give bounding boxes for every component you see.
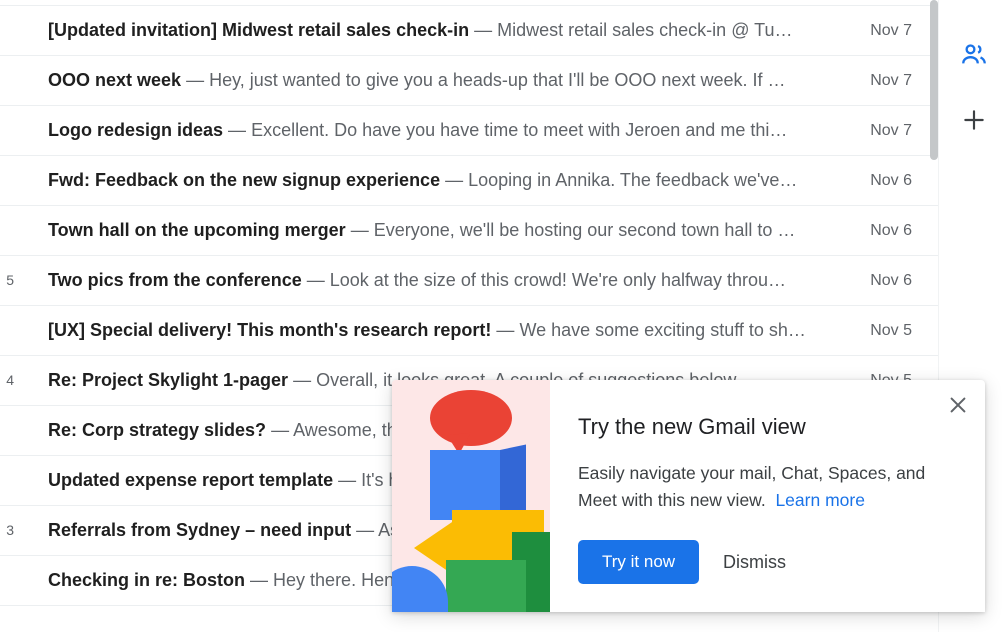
email-subject: Fwd: Feedback on the new signup experien… (48, 170, 440, 190)
email-text: Logo redesign ideas — Excellent. Do have… (48, 120, 870, 142)
subject-separator: — (333, 470, 361, 490)
email-date: Nov 6 (870, 271, 912, 290)
contacts-icon[interactable] (960, 40, 988, 73)
popup-title: Try the new Gmail view (578, 414, 957, 440)
email-subject: Checking in re: Boston (48, 570, 245, 590)
new-gmail-view-popup: Try the new Gmail view Easily navigate y… (392, 380, 985, 612)
email-date: Nov 7 (870, 71, 912, 90)
subject-separator: — (440, 170, 468, 190)
email-date: Nov 6 (870, 171, 912, 190)
email-subject: Re: Project Skylight 1-pager (48, 370, 288, 390)
email-date: Nov 7 (870, 121, 912, 140)
email-row[interactable]: Fwd: Feedback on the new signup experien… (0, 156, 938, 206)
email-row[interactable]: OOO next week — Hey, just wanted to give… (0, 56, 938, 106)
email-subject: Updated expense report template (48, 470, 333, 490)
thread-count-badge: 5 (0, 272, 14, 289)
email-text: [Updated invitation] Midwest retail sale… (48, 20, 870, 42)
email-snippet: Midwest retail sales check-in @ Tu… (497, 20, 792, 40)
close-icon[interactable] (947, 394, 969, 421)
email-row[interactable]: 5 Two pics from the conference — Look at … (0, 256, 938, 306)
email-date: Nov 6 (870, 221, 912, 240)
email-subject: Re: Corp strategy slides? (48, 420, 266, 440)
email-subject: OOO next week (48, 70, 181, 90)
subject-separator: — (266, 420, 293, 440)
email-row[interactable]: Town hall on the upcoming merger — Every… (0, 206, 938, 256)
subject-separator: — (469, 20, 497, 40)
scrollbar-thumb[interactable] (930, 0, 938, 160)
email-snippet: Everyone, we'll be hosting our second to… (374, 220, 796, 240)
subject-separator: — (223, 120, 251, 140)
subject-separator: — (181, 70, 209, 90)
popup-description-text: Easily navigate your mail, Chat, Spaces,… (578, 463, 925, 510)
dismiss-button[interactable]: Dismiss (723, 552, 786, 573)
subject-separator: — (288, 370, 316, 390)
popup-description: Easily navigate your mail, Chat, Spaces,… (578, 460, 957, 514)
email-subject: Town hall on the upcoming merger (48, 220, 346, 240)
thread-count-badge: 3 (0, 522, 14, 539)
popup-illustration (392, 380, 550, 612)
add-icon[interactable] (961, 107, 987, 138)
thread-count-badge: 4 (0, 372, 14, 389)
email-text: [UX] Special delivery! This month's rese… (48, 320, 870, 342)
email-snippet: Excellent. Do have you have time to meet… (251, 120, 787, 140)
email-text: Fwd: Feedback on the new signup experien… (48, 170, 870, 192)
subject-separator: — (346, 220, 374, 240)
subject-separator: — (351, 520, 378, 540)
subject-separator: — (491, 320, 519, 340)
email-text: OOO next week — Hey, just wanted to give… (48, 70, 870, 92)
email-text: Town hall on the upcoming merger — Every… (48, 220, 870, 242)
email-subject: [UX] Special delivery! This month's rese… (48, 320, 491, 340)
email-row[interactable]: [UX] Special delivery! This month's rese… (0, 306, 938, 356)
email-subject: [Updated invitation] Midwest retail sale… (48, 20, 469, 40)
learn-more-link[interactable]: Learn more (775, 490, 865, 510)
email-snippet: Look at the size of this crowd! We're on… (330, 270, 786, 290)
email-snippet: We have some exciting stuff to sh… (519, 320, 805, 340)
email-row[interactable]: [Updated invitation] Midwest retail sale… (0, 6, 938, 56)
subject-separator: — (302, 270, 330, 290)
email-subject: Logo redesign ideas (48, 120, 223, 140)
try-it-now-button[interactable]: Try it now (578, 540, 699, 584)
email-snippet: Looping in Annika. The feedback we've… (468, 170, 797, 190)
email-subject: Two pics from the conference (48, 270, 302, 290)
email-snippet: Hey, just wanted to give you a heads-up … (209, 70, 785, 90)
subject-separator: — (245, 570, 273, 590)
email-subject: Referrals from Sydney – need input (48, 520, 351, 540)
email-text: Two pics from the conference — Look at t… (48, 270, 870, 292)
email-date: Nov 7 (870, 21, 912, 40)
email-date: Nov 5 (870, 321, 912, 340)
email-row[interactable]: Logo redesign ideas — Excellent. Do have… (0, 106, 938, 156)
